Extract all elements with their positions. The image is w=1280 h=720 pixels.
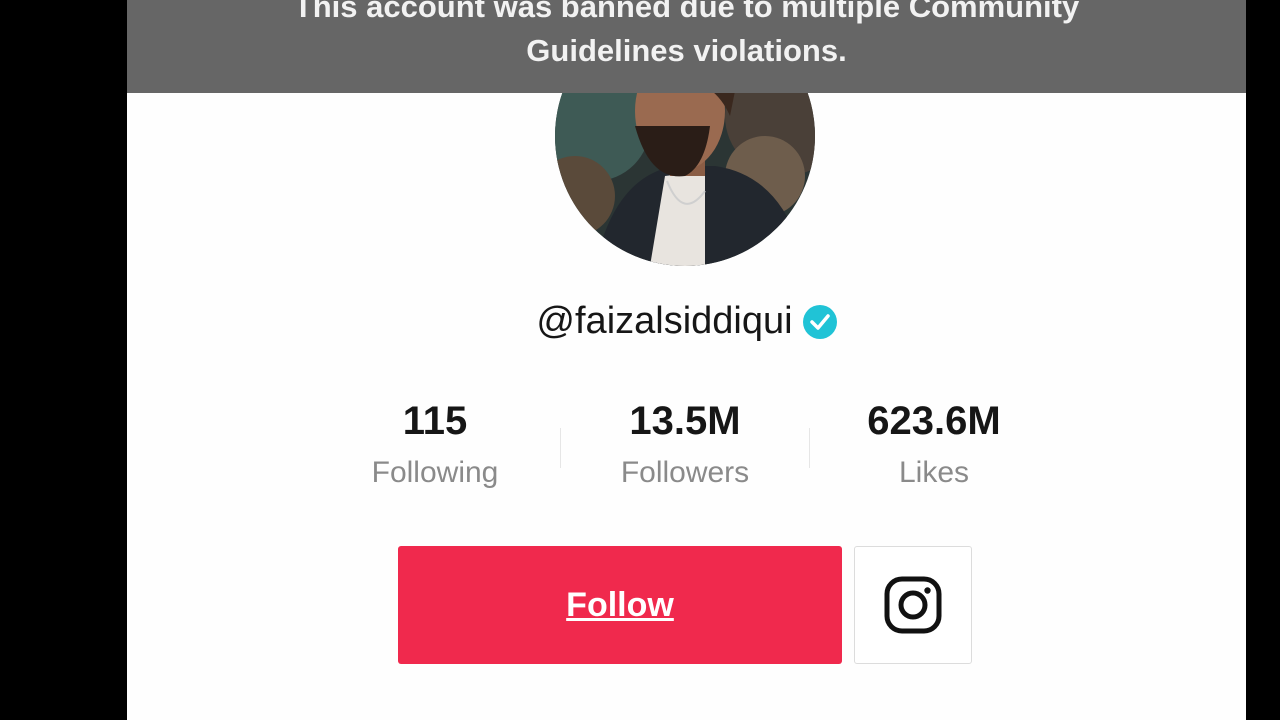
stat-followers[interactable]: 13.5M Followers <box>560 395 810 490</box>
ban-notice-line-1: This account was banned due to multiple … <box>293 0 1080 24</box>
username-row: @faizalsiddiqui <box>127 300 1246 343</box>
stat-following[interactable]: 115 Following <box>310 395 560 490</box>
username: @faizalsiddiqui <box>536 300 793 342</box>
profile-screen: This account was banned due to multiple … <box>127 0 1246 720</box>
followers-count: 13.5M <box>629 399 741 443</box>
instagram-icon <box>884 576 942 634</box>
follow-button[interactable]: Follow <box>398 546 842 664</box>
stats-divider <box>560 428 561 468</box>
followers-label: Followers <box>620 456 750 489</box>
instagram-button[interactable] <box>854 546 972 664</box>
profile-stats: 115 Following 13.5M Followers 623.6M Lik… <box>127 395 1246 505</box>
likes-count: 623.6M <box>867 399 1001 443</box>
ban-notice-banner: This account was banned due to multiple … <box>127 0 1246 93</box>
following-label: Following <box>371 456 499 489</box>
stat-likes: 623.6M Likes <box>809 395 1059 490</box>
verified-badge-icon <box>802 304 837 339</box>
following-count: 115 <box>402 399 468 443</box>
stats-divider <box>809 428 810 468</box>
likes-label: Likes <box>898 456 970 489</box>
ban-notice-line-2: Guidelines violations. <box>526 33 847 68</box>
